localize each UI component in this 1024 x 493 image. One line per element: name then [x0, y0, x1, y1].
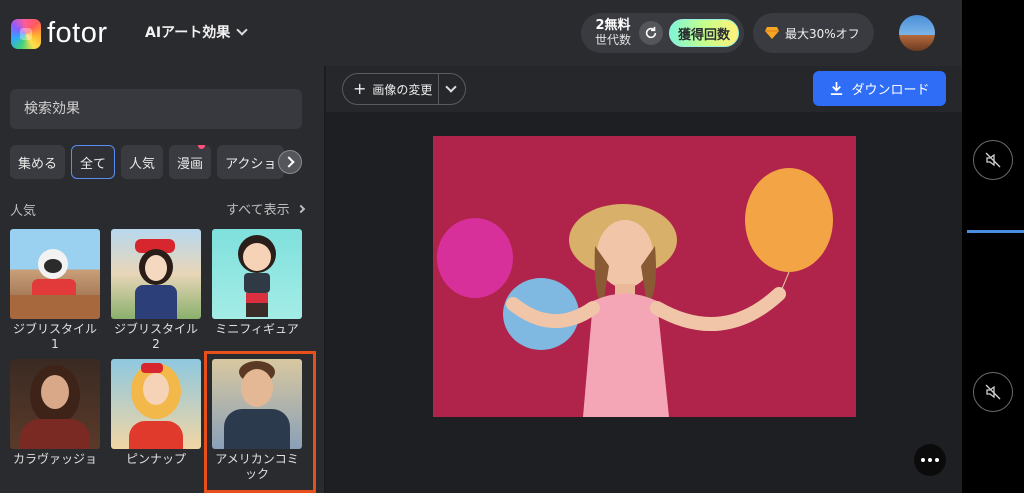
credits-panel: 2無料 世代数 獲得回数 — [581, 13, 744, 53]
chip-all[interactable]: 全て — [71, 145, 116, 179]
plus-icon: + — [353, 79, 367, 98]
preview-image — [433, 136, 856, 417]
mode-label: AIアート効果 — [145, 25, 231, 41]
canvas-toolbar: + 画像の変更 ダウンロード — [326, 66, 962, 112]
style-card-mini-figure[interactable]: ミニフィギュア — [212, 229, 302, 337]
user-avatar[interactable] — [897, 13, 937, 53]
style-thumbnail — [212, 229, 302, 319]
chip-popular[interactable]: 人気 — [121, 145, 164, 179]
section-title: 人気 — [10, 204, 37, 219]
change-image-button[interactable]: + 画像の変更 — [342, 73, 466, 105]
mute-button[interactable] — [973, 140, 1013, 180]
style-card-ghibli-1[interactable]: ジブリスタイル 1 — [10, 229, 100, 352]
chip-label: 集める — [18, 156, 58, 172]
style-label: ミニフィギュア — [215, 322, 299, 336]
fotor-logo[interactable]: fotor — [11, 17, 108, 50]
credits-label: 世代数 — [595, 33, 632, 47]
new-badge-dot — [198, 145, 206, 149]
style-card-ghibli-2[interactable]: ジブリスタイル 2 — [111, 229, 201, 352]
style-label: カラヴァッジョ — [12, 452, 97, 466]
category-chips: 集める 全て 人気 漫画 アクショ — [10, 145, 304, 179]
refresh-icon — [645, 26, 657, 39]
speaker-muted-icon — [985, 152, 1001, 168]
chevron-right-icon[interactable] — [278, 150, 302, 174]
discount-label: 最大30%オフ — [785, 26, 860, 41]
style-label: ジブリスタイル 1 — [12, 322, 97, 351]
style-thumbnail — [10, 229, 100, 319]
style-thumbnail — [111, 229, 201, 319]
fotor-logo-icon — [11, 18, 41, 49]
chevron-down-icon[interactable] — [445, 81, 457, 93]
change-image-label: 画像の変更 — [372, 82, 433, 97]
style-thumbnail — [212, 359, 302, 449]
chip-manga[interactable]: 漫画 — [169, 145, 212, 179]
chip-label: アクショ — [225, 156, 277, 172]
style-label: アメリカンコミ ック — [215, 452, 299, 481]
girl-with-balloons-illustration — [433, 136, 856, 417]
chip-label: 人気 — [129, 156, 156, 172]
style-card-pinup[interactable]: ピンナップ — [111, 359, 201, 467]
view-all-link[interactable]: すべて表示 — [226, 199, 305, 218]
style-card-american-comic[interactable]: アメリカンコミ ック — [204, 351, 316, 493]
mute-button[interactable] — [973, 372, 1013, 412]
chip-collect[interactable]: 集める — [10, 145, 66, 179]
credits-count: 2無料 — [595, 18, 631, 33]
chip-action[interactable]: アクショ — [217, 145, 285, 179]
side-video-strip — [962, 0, 1024, 493]
download-label: ダウンロード — [851, 82, 930, 97]
credits-info: 2無料 世代数 — [595, 18, 631, 48]
style-thumbnail — [10, 359, 100, 449]
style-card-caravaggio[interactable]: カラヴァッジョ — [10, 359, 100, 467]
chevron-down-icon — [236, 24, 248, 36]
refresh-button[interactable] — [639, 21, 664, 45]
download-icon — [831, 81, 843, 95]
style-label: ジブリスタイル 2 — [113, 322, 198, 351]
logo-text: fotor — [47, 17, 108, 49]
chip-label: 全て — [80, 156, 107, 172]
style-thumbnail — [111, 359, 201, 449]
style-label: ピンナップ — [125, 452, 186, 466]
ai-art-effect-dropdown[interactable]: AIアート効果 — [145, 22, 248, 42]
effects-sidebar: 集める 全て 人気 漫画 アクショ 人気 すべて表示 — [0, 66, 325, 493]
top-header: fotor AIアート効果 2無料 世代数 獲得回数 最大30%オフ — [0, 0, 962, 66]
progress-indicator — [967, 230, 1024, 233]
canvas-area: + 画像の変更 ダウンロード — [326, 66, 962, 493]
search-effects-input[interactable] — [10, 89, 302, 129]
view-all-label: すべて表示 — [226, 203, 290, 218]
speaker-muted-icon — [985, 384, 1001, 400]
chevron-right-icon — [296, 204, 305, 213]
download-button[interactable]: ダウンロード — [813, 71, 946, 106]
get-credits-button[interactable]: 獲得回数 — [669, 19, 740, 47]
diamond-icon — [765, 27, 779, 39]
chip-label: 漫画 — [177, 156, 204, 172]
discount-button[interactable]: 最大30%オフ — [753, 13, 874, 53]
more-options-button[interactable] — [914, 444, 946, 476]
